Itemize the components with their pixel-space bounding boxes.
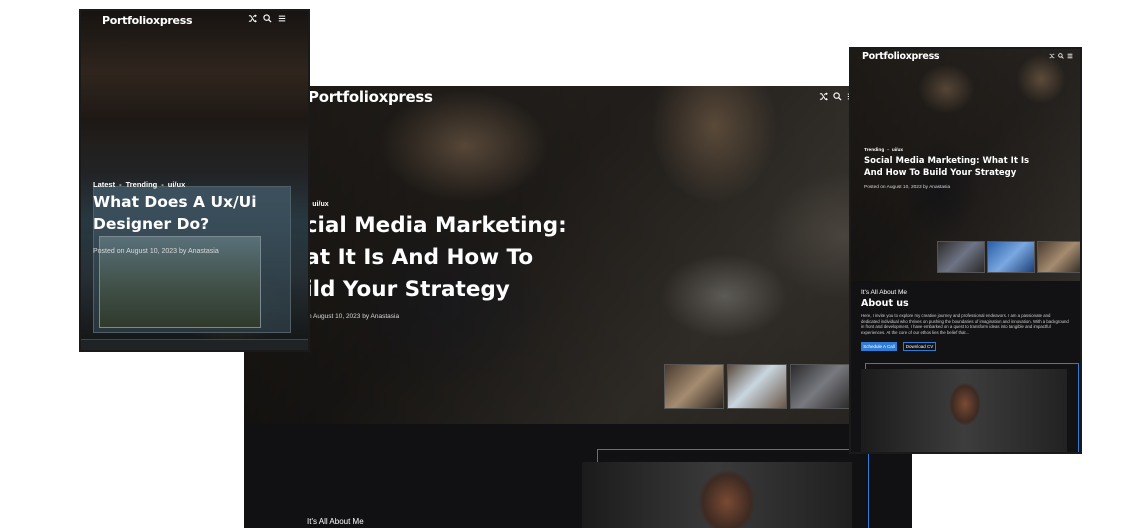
- post-title-line: hat It Is And How To: [290, 245, 534, 270]
- brand-logo[interactable]: Portfolioxpress: [308, 88, 433, 106]
- main-screenshot: Portfolioxpress - ui/ux ocial Media Mark…: [244, 86, 912, 528]
- about-title: About us: [861, 298, 909, 309]
- brand-logo[interactable]: Portfolioxpress: [862, 51, 940, 62]
- thumbnail[interactable]: [727, 364, 787, 409]
- thumbnail[interactable]: [790, 364, 850, 409]
- menu-icon[interactable]: [278, 14, 286, 23]
- thumbnail-strip: [664, 364, 850, 409]
- post-meta: Posted on August 10, 2023 by Anastasia: [864, 185, 951, 190]
- left-screenshot: Portfolioxpress Latest - Trending - ui/u…: [79, 9, 310, 352]
- thumbnail[interactable]: [987, 241, 1035, 273]
- breadcrumb: Trending - ui/ux: [864, 148, 903, 153]
- right-screenshot: Portfolioxpress Trending - ui/ux Social …: [849, 47, 1082, 454]
- search-icon[interactable]: [1058, 53, 1064, 59]
- about-eyebrow: It's All About Me: [307, 517, 364, 526]
- crumb-uiux[interactable]: ui/ux: [892, 148, 903, 153]
- dock-bar: [81, 339, 308, 350]
- download-cv-button[interactable]: Download CV: [903, 342, 936, 351]
- crumb-separator: -: [887, 148, 889, 153]
- menu-icon[interactable]: [1067, 53, 1073, 59]
- brand-logo[interactable]: Portfolioxpress: [102, 14, 193, 27]
- crumb-trending[interactable]: Trending: [126, 180, 158, 189]
- breadcrumb[interactable]: - ui/ux: [308, 201, 329, 208]
- crumb-separator: -: [119, 180, 122, 189]
- post-title-line: ocial Media Marketing:: [290, 213, 567, 238]
- post-meta: n August 10, 2023 by Anastasia: [308, 313, 400, 320]
- thumbnail[interactable]: [664, 364, 724, 409]
- post-title[interactable]: What Does A Ux/Ui Designer Do?: [93, 191, 273, 235]
- shuffle-icon[interactable]: [819, 92, 828, 101]
- post-title-line: uild Your Strategy: [290, 277, 510, 302]
- post-title[interactable]: Social Media Marketing: What It Is And H…: [864, 155, 1044, 179]
- portrait-image: [861, 369, 1067, 452]
- crumb-latest[interactable]: Latest: [93, 180, 115, 189]
- shuffle-icon[interactable]: [1049, 53, 1055, 59]
- post-meta: Posted on August 10, 2023 by Anastasia: [93, 248, 219, 255]
- crumb-separator: -: [161, 180, 164, 189]
- search-icon[interactable]: [263, 14, 272, 23]
- schedule-call-button[interactable]: Schedule A Call: [861, 342, 897, 351]
- thumbnail-strip: [937, 241, 1080, 273]
- header-icons: [248, 14, 286, 23]
- about-eyebrow: It's All About Me: [861, 289, 908, 296]
- portrait-image: [582, 462, 852, 528]
- search-icon[interactable]: [833, 92, 842, 101]
- post-title[interactable]: ocial Media Marketing: hat It Is And How…: [290, 210, 567, 306]
- header-icons: [1049, 53, 1073, 59]
- crumb-uiux[interactable]: ui/ux: [168, 180, 186, 189]
- thumbnail[interactable]: [937, 241, 985, 273]
- breadcrumb: Latest - Trending - ui/ux: [93, 180, 185, 189]
- shuffle-icon[interactable]: [248, 14, 257, 23]
- about-text: Here, I invite you to explore my creativ…: [861, 313, 1069, 335]
- crumb-trending[interactable]: Trending: [864, 148, 884, 153]
- thumbnail[interactable]: [1037, 241, 1080, 273]
